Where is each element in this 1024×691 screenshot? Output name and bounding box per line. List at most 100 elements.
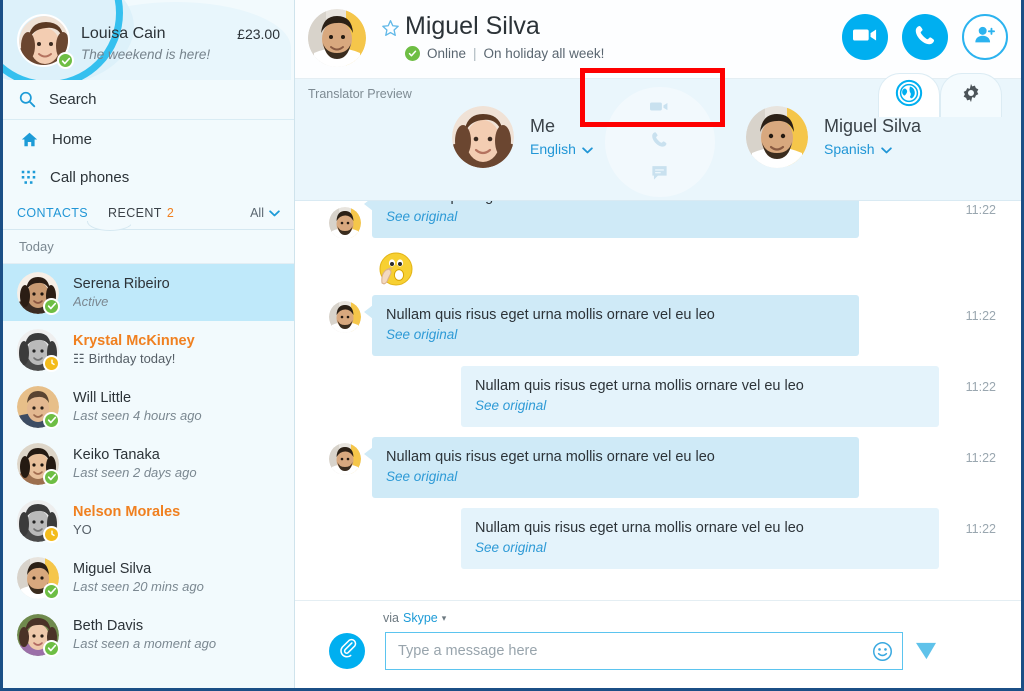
chat-status-line: Online | On holiday all week!: [405, 46, 604, 61]
search-input[interactable]: Search: [3, 80, 294, 120]
profile-mood-message[interactable]: The weekend is here!: [81, 47, 210, 62]
message-list[interactable]: Pellentesque Ligus RisusSee original 11:2…: [295, 201, 1021, 572]
sidebar-item-home[interactable]: Home: [3, 120, 294, 158]
chevron-down-icon: ▾: [441, 612, 447, 623]
send-via-selector[interactable]: via Skype ▾: [383, 611, 446, 625]
status-badge: [405, 46, 420, 61]
translator-party-me: Me English: [452, 106, 593, 168]
tab-recent[interactable]: RECENT 2: [108, 206, 174, 220]
list-item-text: Keiko Tanaka Last seen 2 days ago: [73, 446, 197, 482]
me-avatar: [452, 106, 514, 168]
message-avatar: [329, 301, 361, 333]
paperclip-icon: [337, 638, 358, 664]
message-row: [295, 249, 1021, 289]
message-bubble[interactable]: Nullam quis risus eget urna mollis ornar…: [461, 366, 939, 427]
phone-icon[interactable]: [650, 130, 669, 154]
avatar: [17, 385, 60, 429]
see-original-link[interactable]: See original: [386, 325, 845, 345]
avatar: [17, 499, 60, 543]
list-item[interactable]: Miguel Silva Last seen 20 mins ago: [3, 549, 294, 606]
chevron-down-icon: [880, 138, 892, 160]
message-timestamp: 11:22: [965, 380, 996, 394]
status-badge: [43, 354, 60, 372]
list-item[interactable]: Nelson Morales YO: [3, 492, 294, 549]
language-selector-me[interactable]: English: [530, 138, 593, 160]
see-original-link[interactable]: See original: [386, 207, 845, 227]
presence-text: Online: [427, 46, 467, 61]
contact-subtitle: Active: [73, 293, 109, 309]
day-separator: Today: [3, 230, 294, 264]
profile-header[interactable]: Louisa Cain £23.00 The weekend is here!: [3, 0, 294, 80]
contacts-filter-dropdown[interactable]: All: [250, 206, 280, 220]
message-bubble[interactable]: Nullam quis risus eget urna mollis ornar…: [364, 437, 859, 498]
message-text: Nullam quis risus eget urna mollis ornar…: [386, 307, 715, 323]
contact-name: Miguel Silva: [73, 560, 152, 577]
list-item-text: Serena Ribeiro Active: [73, 275, 170, 311]
translator-party-name: Me: [530, 116, 556, 136]
see-original-link[interactable]: See original: [475, 538, 925, 558]
contact-name: Beth Davis: [73, 617, 144, 634]
conversation-panel: Miguel Silva Online | On holiday all wee…: [295, 0, 1021, 688]
message-timestamp: 11:22: [965, 309, 996, 323]
profile-name: Louisa Cain: [81, 25, 166, 42]
home-icon: [21, 131, 38, 148]
message-input-wrapper[interactable]: [385, 632, 903, 670]
tab-recent-label: RECENT: [108, 205, 162, 220]
list-item[interactable]: Krystal McKinney ☷ Birthday today!: [3, 321, 294, 378]
chat-contact-avatar[interactable]: [308, 9, 366, 67]
add-people-button[interactable]: [962, 14, 1008, 60]
translator-tab[interactable]: [878, 73, 940, 117]
shush-face-emoji: [375, 249, 415, 289]
contact-name: Serena Ribeiro: [73, 275, 170, 292]
list-item[interactable]: Beth Davis Last seen a moment ago: [3, 606, 294, 663]
page-title: Miguel Silva: [405, 12, 540, 40]
contact-subtitle: Last seen a moment ago: [73, 635, 217, 651]
list-item[interactable]: Keiko Tanaka Last seen 2 days ago: [3, 435, 294, 492]
contact-subtitle: ☷ Birthday today!: [73, 350, 195, 368]
account-balance[interactable]: £23.00: [237, 26, 280, 42]
chat-bubble-icon[interactable]: [650, 163, 669, 187]
chevron-down-icon: [269, 206, 280, 220]
contact-name: Krystal McKinney: [73, 332, 195, 349]
video-camera-icon[interactable]: [650, 97, 669, 121]
message-row: Nullam quis risus eget urna mollis ornar…: [295, 508, 1021, 569]
see-original-link[interactable]: See original: [386, 467, 845, 487]
tab-contacts[interactable]: CONTACTS: [17, 206, 88, 220]
avatar: [17, 271, 60, 315]
message-bubble[interactable]: Nullam quis risus eget urna mollis ornar…: [364, 295, 859, 356]
language-selector-contact[interactable]: Spanish: [824, 138, 921, 160]
chat-header: Miguel Silva Online | On holiday all wee…: [295, 0, 1021, 117]
message-row: Nullam quis risus eget urna mollis ornar…: [295, 437, 1021, 498]
video-call-button[interactable]: [842, 14, 888, 60]
list-item[interactable]: Will Little Last seen 4 hours ago: [3, 378, 294, 435]
gift-icon: ☷: [73, 350, 85, 366]
message-bubble[interactable]: Nullam quis risus eget urna mollis ornar…: [461, 508, 939, 569]
sidebar-item-call-phones[interactable]: Call phones: [3, 158, 294, 196]
list-item[interactable]: Serena Ribeiro Active: [3, 264, 294, 321]
send-message-button[interactable]: [915, 641, 937, 666]
sidebar-item-label: Call phones: [50, 168, 130, 186]
contact-mood-message: On holiday all week!: [483, 46, 605, 61]
status-badge: [43, 468, 60, 486]
search-icon: [19, 91, 36, 108]
voice-call-button[interactable]: [902, 14, 948, 60]
contact-subtitle: YO: [73, 521, 92, 537]
via-service[interactable]: Skype: [403, 611, 438, 625]
message-bubble[interactable]: Pellentesque Ligus RisusSee original: [364, 201, 859, 238]
see-original-link[interactable]: See original: [475, 396, 925, 416]
settings-tab[interactable]: [940, 73, 1002, 117]
profile-status-dot: [57, 52, 74, 69]
message-text: Nullam quis risus eget urna mollis ornar…: [386, 449, 715, 465]
message-input[interactable]: [386, 643, 872, 659]
search-placeholder: Search: [49, 91, 97, 108]
message-timestamp: 11:22: [965, 451, 996, 465]
list-item-text: Beth Davis Last seen a moment ago: [73, 617, 216, 653]
message-avatar: [329, 207, 361, 239]
attach-file-button[interactable]: [329, 633, 365, 669]
contact-subtitle: Last seen 2 days ago: [73, 464, 197, 480]
status-badge: [43, 582, 60, 600]
status-badge: [43, 525, 60, 543]
list-item-text: Nelson Morales YO: [73, 503, 180, 539]
smiley-icon[interactable]: [872, 641, 893, 662]
favorite-star-icon[interactable]: [381, 19, 400, 38]
